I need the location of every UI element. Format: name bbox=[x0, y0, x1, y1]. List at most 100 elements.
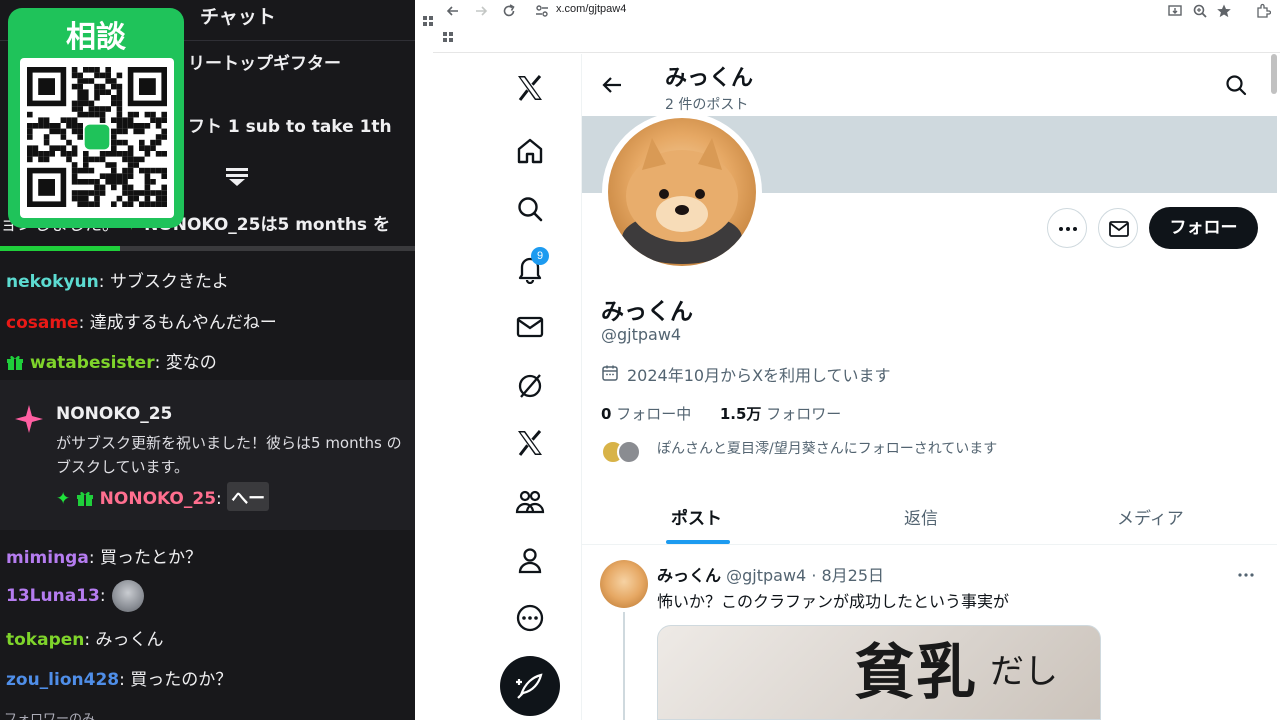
scrollbar[interactable] bbox=[1271, 54, 1277, 94]
post-avatar[interactable] bbox=[600, 560, 648, 608]
profile-joined-date: 2024年10月からXを利用しています bbox=[627, 366, 891, 385]
chat-text: : bbox=[99, 586, 106, 606]
profile-handle: @gjtpaw4 bbox=[601, 325, 682, 344]
toolbar-divider bbox=[433, 52, 1280, 53]
notification-badge: 9 bbox=[531, 247, 549, 265]
follow-button[interactable]: フォロー bbox=[1149, 207, 1258, 249]
post-author-handle[interactable]: @gjtpaw4 bbox=[726, 566, 806, 585]
post-header: みっくん @gjtpaw4 · 8月25日 bbox=[657, 562, 884, 586]
profile-icon bbox=[518, 548, 542, 574]
followers-label: フォロワー bbox=[766, 405, 842, 423]
gift-icon bbox=[7, 355, 23, 370]
follower-avatar[interactable] bbox=[617, 440, 641, 464]
sparkle-icon: ✦ bbox=[56, 489, 71, 509]
apps-grid-icon[interactable] bbox=[443, 32, 453, 42]
mail-icon bbox=[516, 316, 544, 338]
tab-replies[interactable]: 返信 bbox=[904, 504, 938, 529]
extensions-icon[interactable] bbox=[1255, 3, 1271, 19]
back-icon[interactable] bbox=[445, 3, 461, 19]
chat-username[interactable]: nekokyun bbox=[6, 272, 99, 292]
nav-grok[interactable] bbox=[490, 366, 570, 406]
resub-message-line: がサブスク更新を祝いました！彼らは5 months の bbox=[56, 434, 402, 452]
header-profile-name: みっくん bbox=[665, 66, 754, 91]
resub-reply: ✦ NONOKO_25: へー bbox=[56, 482, 270, 511]
tab-posts[interactable]: ポスト bbox=[671, 504, 722, 529]
sparkle-icon bbox=[15, 405, 43, 433]
install-app-icon[interactable] bbox=[1167, 3, 1183, 19]
nav-communities[interactable] bbox=[490, 481, 570, 521]
forward-icon[interactable] bbox=[473, 3, 489, 19]
chat-message: cosame: 達成するもんやんだねー bbox=[6, 308, 277, 333]
calendar-icon bbox=[602, 365, 618, 381]
nav-home[interactable] bbox=[490, 131, 570, 171]
chat-mode-hint: フォロワーのみ bbox=[4, 712, 96, 720]
profile-stats: 0 フォロー中 1.5万 フォロワー bbox=[601, 403, 841, 424]
home-icon bbox=[517, 138, 543, 164]
collapse-icon[interactable] bbox=[224, 166, 250, 188]
nav-explore[interactable] bbox=[490, 189, 570, 229]
nav-messages[interactable] bbox=[490, 307, 570, 347]
more-dots-icon bbox=[1059, 227, 1077, 231]
hype-progress-fill bbox=[0, 246, 121, 251]
chat-username[interactable]: NONOKO_25 bbox=[100, 489, 216, 509]
chat-text: : 変なの bbox=[154, 353, 217, 373]
post-image[interactable]: 貧乳 だし bbox=[657, 625, 1101, 720]
chat-username[interactable]: miminga bbox=[6, 548, 89, 568]
grok-icon bbox=[518, 374, 542, 398]
dog-face-illustration bbox=[622, 138, 742, 264]
search-icon bbox=[518, 197, 543, 222]
nav-premium[interactable] bbox=[490, 423, 570, 463]
more-circle-icon bbox=[516, 604, 544, 632]
nav-profile[interactable] bbox=[490, 540, 570, 580]
following-link[interactable]: 0 フォロー中 bbox=[601, 405, 691, 423]
bookmark-star-icon[interactable] bbox=[1216, 3, 1232, 19]
thread-line bbox=[623, 612, 625, 720]
top-gifter-label: リートップギフター bbox=[188, 54, 341, 74]
message-button[interactable] bbox=[1098, 208, 1138, 248]
reload-icon[interactable] bbox=[501, 3, 517, 19]
chat-message: 13Luna13: bbox=[6, 580, 144, 612]
chat-text: : 買ったとか？ bbox=[88, 548, 202, 568]
compose-post-button[interactable] bbox=[500, 656, 560, 716]
followers-count: 1.5万 bbox=[719, 405, 762, 423]
communities-icon bbox=[515, 490, 545, 514]
chat-text: へー bbox=[227, 482, 270, 511]
post-date[interactable]: · 8月25日 bbox=[811, 566, 884, 585]
followers-link[interactable]: 1.5万 フォロワー bbox=[720, 405, 841, 423]
nav-notifications[interactable] bbox=[490, 249, 570, 289]
chat-title: チャット bbox=[200, 6, 276, 28]
chat-username[interactable]: tokapen bbox=[6, 630, 84, 650]
x-premium-icon bbox=[518, 430, 542, 456]
following-count: 0 bbox=[601, 405, 612, 423]
site-info-icon[interactable] bbox=[534, 3, 550, 19]
chat-text: : みっくん bbox=[84, 630, 164, 650]
tab-media[interactable]: メディア bbox=[1117, 504, 1184, 529]
chat-message: watabesister: 変なの bbox=[6, 348, 217, 373]
followed-by-text[interactable]: ぽんさんと夏目澪/望月葵さんにフォローされています bbox=[657, 438, 997, 458]
search-icon[interactable] bbox=[1225, 74, 1247, 96]
nav-more[interactable] bbox=[490, 598, 570, 638]
back-arrow-icon[interactable] bbox=[601, 74, 623, 96]
chat-text: : 買ったのか？ bbox=[119, 670, 233, 690]
post-author-name[interactable]: みっくん bbox=[657, 566, 721, 585]
emote-icon[interactable] bbox=[111, 580, 144, 612]
qr-label: 相談 bbox=[66, 20, 126, 55]
qr-code bbox=[20, 58, 174, 218]
resub-username[interactable]: NONOKO_25 bbox=[56, 404, 172, 424]
x-logo-link[interactable] bbox=[490, 68, 570, 108]
address-bar[interactable]: x.com/gjtpaw4 bbox=[556, 3, 626, 15]
profile-avatar[interactable] bbox=[602, 112, 762, 272]
post-more-icon[interactable] bbox=[1237, 566, 1255, 584]
post-text: 怖いか？このクラファンが成功したという事実が bbox=[657, 592, 1010, 611]
apps-grid-icon[interactable] bbox=[423, 16, 433, 26]
profile-name: みっくん bbox=[601, 299, 693, 325]
chat-username[interactable]: 13Luna13 bbox=[6, 586, 100, 606]
header-post-count: 2 件のポスト bbox=[665, 97, 749, 113]
more-options-button[interactable] bbox=[1047, 208, 1087, 248]
tabs-divider bbox=[582, 544, 1277, 545]
chat-text: : 達成するもんやんだねー bbox=[78, 313, 277, 333]
chat-username[interactable]: zou_lion428 bbox=[6, 670, 119, 690]
zoom-icon[interactable] bbox=[1192, 3, 1208, 19]
chat-username[interactable]: watabesister bbox=[30, 353, 155, 373]
chat-username[interactable]: cosame bbox=[6, 313, 79, 333]
